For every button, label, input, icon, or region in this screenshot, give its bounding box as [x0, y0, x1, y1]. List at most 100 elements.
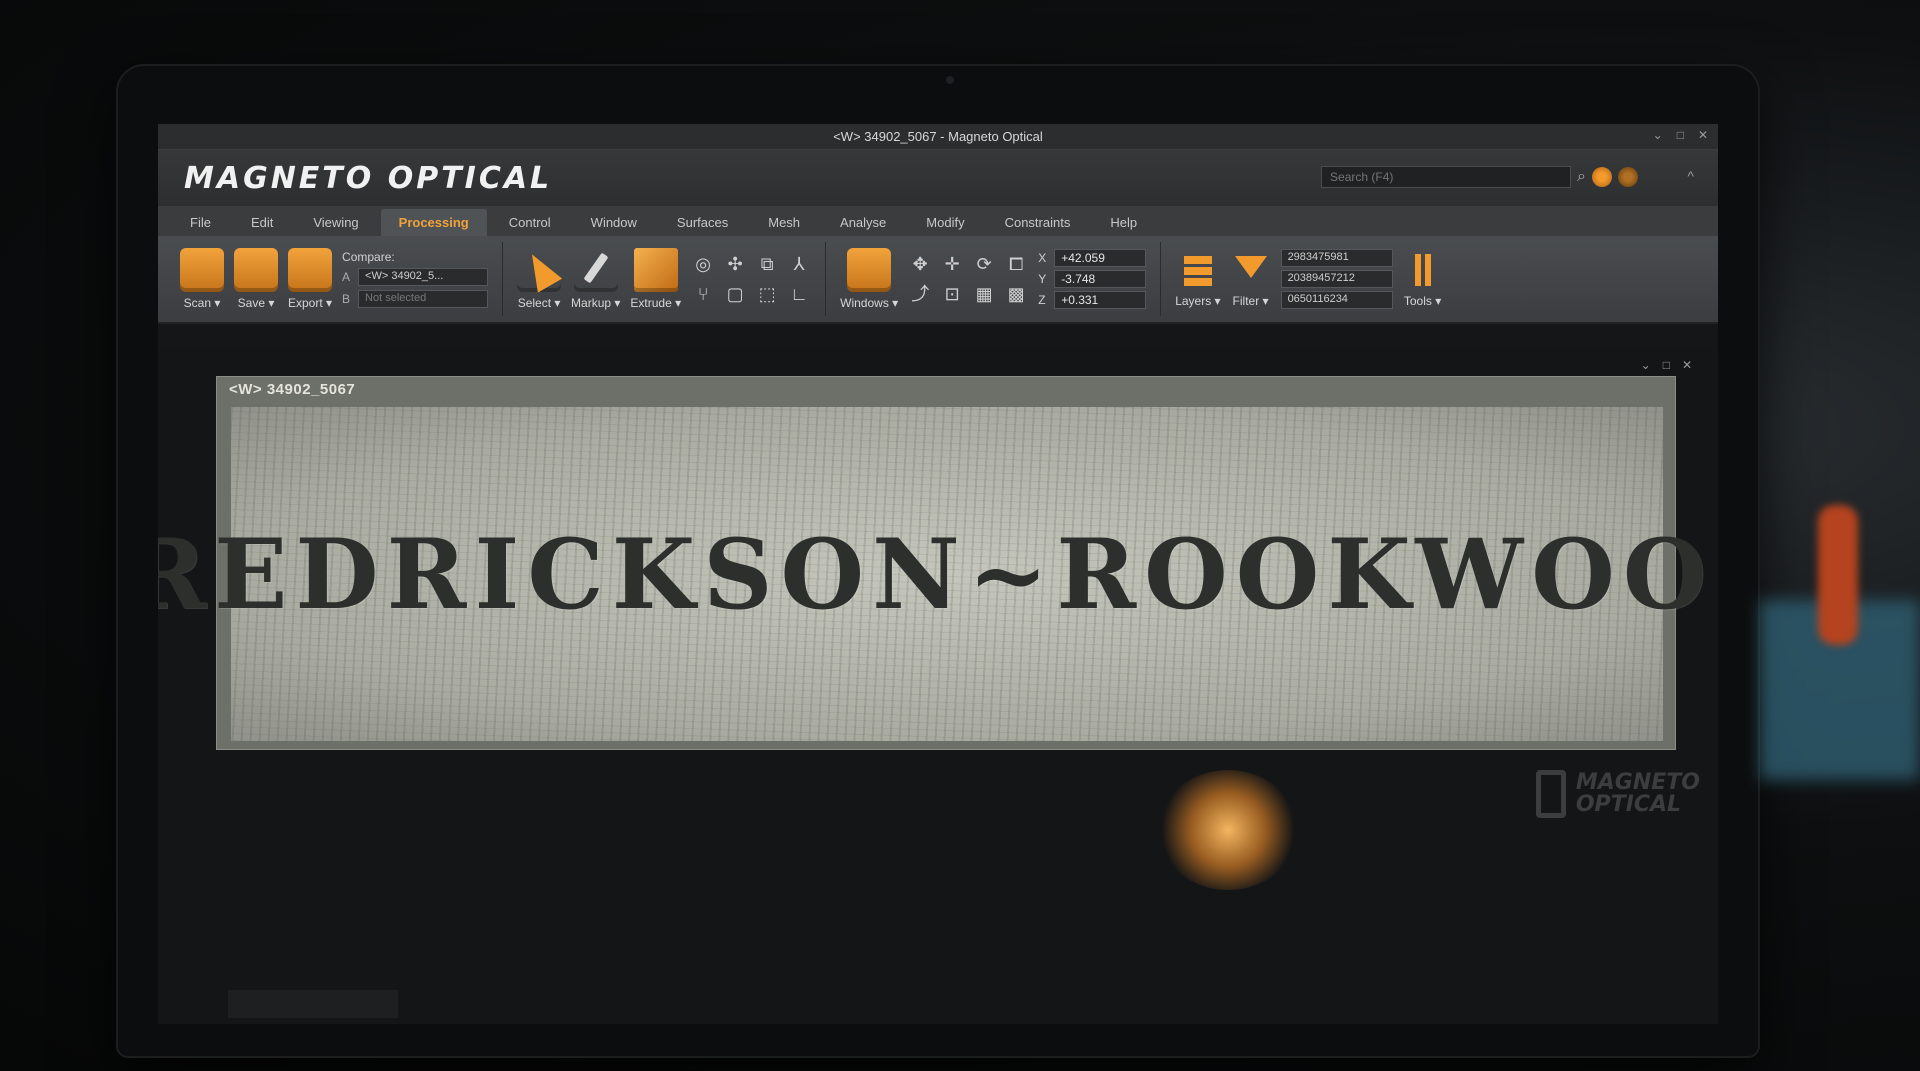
crosshair-icon[interactable]: ✛: [940, 252, 964, 276]
tab-help[interactable]: Help: [1092, 209, 1155, 236]
minimize-icon[interactable]: ⌄: [1641, 358, 1651, 372]
undo-view-icon[interactable]: ⤴: [908, 282, 932, 306]
search-icon[interactable]: ⌕: [1577, 168, 1586, 186]
tab-control[interactable]: Control: [491, 209, 569, 236]
branch-icon[interactable]: ⑂: [691, 282, 715, 306]
filter-label: Filter ▾: [1232, 294, 1269, 308]
gear-export-icon: [288, 248, 333, 292]
compare-a-key: A: [342, 270, 351, 284]
tab-surfaces[interactable]: Surfaces: [659, 209, 746, 236]
windows-icon: [847, 248, 892, 292]
windows-label: Windows ▾: [840, 296, 899, 310]
minimize-icon[interactable]: ⌄: [1653, 128, 1663, 142]
logo-mark-icon: [1535, 770, 1566, 818]
watermark-logo: MAGNETO OPTICAL: [1535, 770, 1700, 818]
layers-group: Layers ▾ Filter ▾ 2983475981 20389457212…: [1161, 242, 1456, 316]
tab-edit[interactable]: Edit: [233, 209, 291, 236]
collapse-ribbon-icon[interactable]: ^: [1687, 168, 1694, 184]
mesh-tool-grid: ◎ ✣ ⧉ ⅄ ⑂ ▢ ⬚ ∟: [691, 252, 811, 306]
watermark-line1: MAGNETO: [1575, 770, 1700, 795]
app-logo: MAGNETO OPTICAL: [184, 160, 553, 196]
x-axis-label: X: [1038, 251, 1047, 265]
layers-icon: [1178, 250, 1218, 290]
close-icon[interactable]: ✕: [1698, 128, 1708, 142]
tab-window[interactable]: Window: [573, 209, 655, 236]
app-screen: <W> 34902_5067 - Magneto Optical ⌄ □ ✕ M…: [158, 124, 1718, 1024]
background-object: [1818, 505, 1858, 645]
save-button[interactable]: Save ▾: [234, 248, 278, 310]
tab-modify[interactable]: Modify: [908, 209, 982, 236]
mesh-grid-icon[interactable]: ▩: [1004, 282, 1028, 306]
tools-icon: [1403, 250, 1443, 290]
grid-icon[interactable]: ▦: [972, 282, 996, 306]
compare-a-field[interactable]: <W> 34902_5...: [358, 268, 489, 286]
markup-button[interactable]: Markup ▾: [571, 248, 620, 310]
pan-icon[interactable]: ✥: [908, 252, 932, 276]
tab-analyse[interactable]: Analyse: [822, 209, 904, 236]
windows-button[interactable]: Windows ▾: [840, 248, 898, 310]
filter-button[interactable]: Filter ▾: [1231, 250, 1271, 308]
x-value-field[interactable]: +42.059: [1054, 249, 1147, 267]
export-button[interactable]: Export ▾: [288, 248, 332, 310]
coord-z-row: Z +0.331: [1038, 291, 1147, 309]
selection-box-icon[interactable]: ⬚: [755, 282, 779, 306]
extrude-button[interactable]: Extrude ▾: [630, 248, 681, 310]
tab-file[interactable]: File: [172, 209, 229, 236]
compare-panel: Compare: A <W> 34902_5... B Not selected: [342, 250, 489, 308]
cursor-arrow-icon: [517, 248, 561, 292]
scan-image[interactable]: FREDRICKSON~ROOKWOOD.: [158, 407, 1718, 741]
z-value-field[interactable]: +0.331: [1054, 291, 1147, 309]
cube-icon: [633, 248, 678, 292]
document-window-controls: ⌄ □ ✕: [1641, 358, 1692, 372]
edit-tools-group: Select ▾ Markup ▾ Extrude ▾ ◎ ✣ ⧉ ⅄ ⑂ ▢ …: [503, 242, 827, 316]
help-icon[interactable]: [1618, 167, 1638, 187]
pen-icon: [574, 248, 618, 292]
move-icon[interactable]: ✣: [723, 252, 747, 276]
cup-icon[interactable]: ▢: [723, 282, 747, 306]
tools-button[interactable]: Tools ▾: [1403, 250, 1443, 308]
compare-title: Compare:: [342, 250, 395, 264]
target-icon[interactable]: ◎: [691, 252, 715, 276]
rotate-icon[interactable]: ⟳: [972, 252, 996, 276]
tab-processing[interactable]: Processing: [380, 209, 487, 236]
tab-constraints[interactable]: Constraints: [987, 209, 1089, 236]
file-group: Scan ▾ Save ▾ Export ▾ Compare: A <W> 34…: [166, 242, 504, 316]
search-area: ⌕: [1321, 166, 1638, 188]
tab-mesh[interactable]: Mesh: [750, 209, 818, 236]
status-bar: [228, 990, 398, 1018]
document-tab-title[interactable]: <W> 34902_5067: [229, 381, 355, 398]
tools-label: Tools ▾: [1403, 294, 1442, 308]
save-label: Save ▾: [237, 296, 275, 310]
z-axis-label: Z: [1038, 293, 1046, 307]
scan-button[interactable]: Scan ▾: [180, 248, 224, 310]
copy-icon[interactable]: ⧉: [755, 252, 779, 276]
extrude-label: Extrude ▾: [630, 296, 682, 310]
layers-button[interactable]: Layers ▾: [1175, 250, 1221, 308]
lens-glare: [1158, 770, 1298, 890]
export-label: Export ▾: [288, 296, 333, 310]
coordinate-readout: X +42.059 Y -3.748 Z +0.331: [1038, 249, 1147, 309]
zoom-window-icon[interactable]: ⧠: [1004, 252, 1028, 276]
coord-x-row: X +42.059: [1038, 249, 1147, 267]
tab-viewing[interactable]: Viewing: [295, 209, 376, 236]
webcam: [946, 76, 954, 84]
search-input[interactable]: [1321, 166, 1572, 188]
maximize-icon[interactable]: □: [1677, 128, 1684, 142]
close-icon[interactable]: ✕: [1682, 358, 1692, 372]
globe-icon[interactable]: [1592, 167, 1612, 187]
angle-icon[interactable]: ∟: [787, 282, 811, 306]
layers-label: Layers ▾: [1175, 294, 1221, 308]
id-field[interactable]: 20389457212: [1280, 270, 1393, 288]
vertex-icon[interactable]: ⅄: [787, 252, 811, 276]
fit-view-icon[interactable]: ⊡: [940, 282, 964, 306]
maximize-icon[interactable]: □: [1663, 358, 1670, 372]
id-field[interactable]: 0650116234: [1280, 291, 1393, 309]
compare-b-field[interactable]: Not selected: [358, 290, 489, 308]
select-button[interactable]: Select ▾: [517, 248, 561, 310]
menu-tabs: File Edit Viewing Processing Control Win…: [158, 206, 1718, 236]
scan-label: Scan ▾: [183, 296, 221, 310]
compare-row-b: B Not selected: [342, 290, 489, 308]
y-value-field[interactable]: -3.748: [1054, 270, 1147, 288]
app-header: MAGNETO OPTICAL ⌕ ^: [158, 150, 1718, 206]
id-field[interactable]: 2983475981: [1280, 249, 1393, 267]
